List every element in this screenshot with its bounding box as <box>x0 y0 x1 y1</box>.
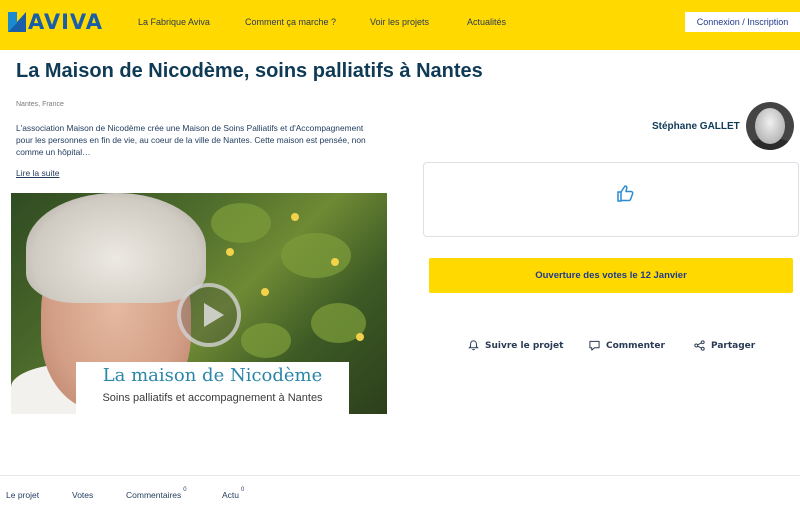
vote-card <box>423 162 799 237</box>
logo-text: AVIVA <box>28 10 103 34</box>
tab-label: Le projet <box>6 490 40 500</box>
leaf-decoration <box>211 203 271 243</box>
flower-decoration <box>261 288 269 296</box>
project-description: L'association Maison de Nicodème crée un… <box>16 123 366 157</box>
video-caption: La maison de Nicodème Soins palliatifs e… <box>76 362 349 414</box>
follow-project-button[interactable]: Suivre le projet <box>468 340 563 351</box>
read-more-link[interactable]: Lire la suite <box>16 168 59 178</box>
nav-comment-ca-marche[interactable]: Comment ça marche ? <box>245 17 336 27</box>
tab-count: 0 <box>241 487 245 494</box>
tab-label: Commentaires <box>126 490 182 500</box>
share-button[interactable]: Partager <box>694 340 755 351</box>
leaf-decoration <box>241 323 291 358</box>
share-icon <box>694 340 705 351</box>
follow-project-label: Suivre le projet <box>485 340 564 351</box>
tab-label: Votes <box>72 490 94 500</box>
tab-votes[interactable]: Votes <box>72 490 93 500</box>
thumbs-up-icon[interactable] <box>616 183 636 203</box>
flower-decoration <box>291 213 299 221</box>
author-name[interactable]: Stéphane GALLET <box>652 121 740 132</box>
flower-decoration <box>356 333 364 341</box>
nav-voir-les-projets[interactable]: Voir les projets <box>370 17 429 27</box>
project-video[interactable]: La maison de Nicodème Soins palliatifs e… <box>11 193 387 414</box>
flower-decoration <box>331 258 339 266</box>
person-hair <box>26 193 206 303</box>
page-title: La Maison de Nicodème, soins palliatifs … <box>16 60 483 82</box>
tab-actu[interactable]: Actu 0 <box>222 487 245 500</box>
tab-le-projet[interactable]: Le projet <box>6 490 39 500</box>
play-icon[interactable] <box>177 283 241 347</box>
top-navigation-bar: AVIVA La Fabrique Aviva Comment ça march… <box>0 0 800 50</box>
comment-button[interactable]: Commenter <box>589 340 665 351</box>
aviva-logo-mark-icon <box>8 12 26 32</box>
nav-la-fabrique-aviva[interactable]: La Fabrique Aviva <box>138 17 210 27</box>
comment-label: Commenter <box>606 340 665 351</box>
login-button[interactable]: Connexion / Inscription <box>685 12 800 32</box>
tab-count: 0 <box>183 487 187 494</box>
tab-label: Actu <box>222 490 240 500</box>
tabs-divider <box>0 475 800 476</box>
votes-opening-button[interactable]: Ouverture des votes le 12 Janvier <box>429 258 793 293</box>
flower-decoration <box>226 248 234 256</box>
leaf-decoration <box>281 233 351 278</box>
nav-actualites[interactable]: Actualités <box>467 17 506 27</box>
bell-icon <box>468 340 479 351</box>
project-location: Nantes, France <box>16 101 64 108</box>
author-avatar[interactable] <box>746 102 794 150</box>
comment-icon <box>589 340 600 351</box>
aviva-logo[interactable]: AVIVA <box>8 10 103 34</box>
tab-commentaires[interactable]: Commentaires 0 <box>126 487 187 500</box>
avatar-face <box>755 108 785 144</box>
share-label: Partager <box>711 340 756 351</box>
video-caption-subtitle: Soins palliatifs et accompagnement à Nan… <box>102 392 323 404</box>
video-caption-title: La maison de Nicodème <box>102 365 323 386</box>
